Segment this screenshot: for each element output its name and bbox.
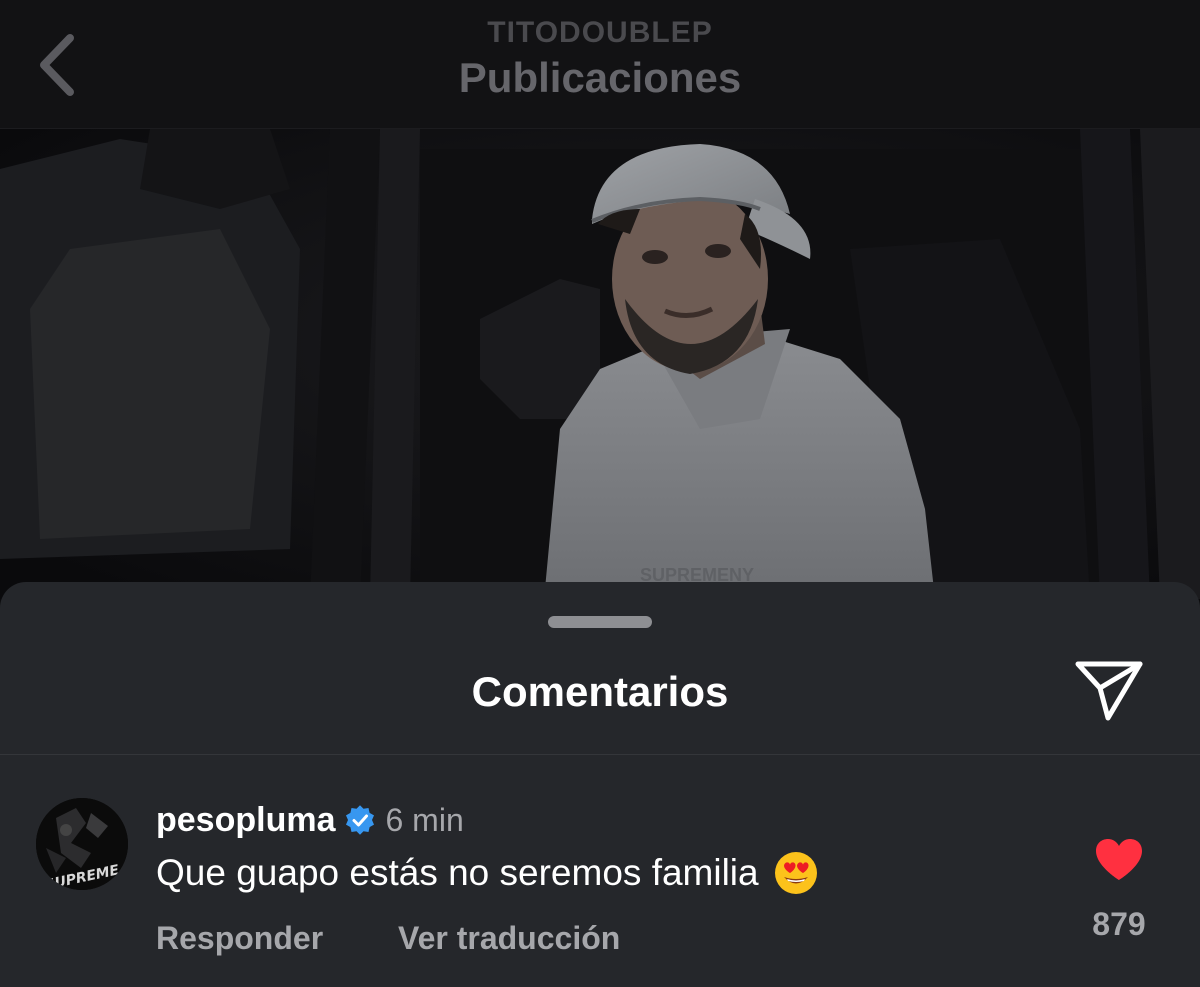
sheet-grabber[interactable] <box>548 616 652 628</box>
comment-text: Que guapo estás no seremos familia <box>156 850 819 896</box>
paper-plane-icon[interactable] <box>1070 654 1148 724</box>
comment-username[interactable]: pesopluma <box>156 801 335 840</box>
like-count: 879 <box>1092 906 1146 942</box>
post-photo: SUPREMENY <box>0 129 1200 599</box>
page-title: Publicaciones <box>458 54 742 101</box>
verified-badge-icon <box>346 805 375 835</box>
instagram-comments-screen: TITODOUBLEP Publicaciones SUPREMENY Come… <box>0 0 1200 987</box>
comment-body: Que guapo estás no seremos familia <box>156 852 759 893</box>
heart-filled-icon[interactable] <box>1094 838 1144 882</box>
sheet-divider <box>0 754 1200 755</box>
comment-header: pesopluma 6 min <box>156 798 464 842</box>
top-nav-bar: TITODOUBLEP Publicaciones <box>0 0 1200 129</box>
comment-timestamp: 6 min <box>385 801 464 838</box>
avatar[interactable]: SUPREME <box>36 798 128 890</box>
post-photo-illustration: SUPREMENY <box>0 129 1200 599</box>
avatar-image: SUPREME <box>36 798 128 890</box>
reply-button[interactable]: Responder <box>156 920 323 957</box>
heart-eyes-emoji-icon <box>774 852 817 894</box>
comments-title: Comentarios <box>471 668 729 715</box>
header-account-name: TITODOUBLEP <box>487 16 713 49</box>
see-translation-button[interactable]: Ver traducción <box>398 920 620 957</box>
